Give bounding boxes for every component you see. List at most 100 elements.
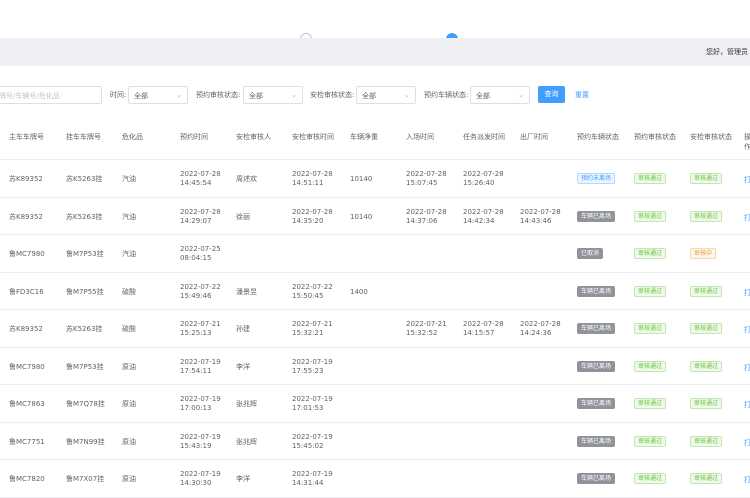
entry-time-date: 2022-07-21 [406, 320, 447, 328]
dispatch-time-time: 14:15:57 [463, 329, 495, 337]
table-row[interactable]: 苏K89352 苏K5263挂 汽油 2022-07-28 14:45:54 周述欢 202… [0, 160, 750, 198]
safety-reviewer: 李洋 [236, 475, 250, 483]
row-action-link[interactable]: 打 [744, 288, 750, 298]
dispatch-time-date: 2022-07-28 [463, 207, 504, 216]
time-select[interactable]: 全部 ⌄ [128, 86, 188, 104]
row-action-link[interactable]: 打 [744, 475, 750, 485]
pre-audit-badge: 审核通过 [634, 398, 667, 409]
safety-audit-select[interactable]: 全部 ⌄ [356, 86, 416, 104]
dispatch-time [463, 460, 518, 497]
exit-time: 2022-07-28 14:43:46 [520, 198, 575, 235]
vehicle-status-select[interactable]: 全部 ⌄ [470, 86, 530, 104]
appointment-time: 2022-07-22 15:49:46 [180, 273, 234, 310]
table-row[interactable]: 鲁FD3C16 鲁M7P55挂 硫酸 2022-07-22 15:49:46 潘景昱 202… [0, 273, 750, 310]
exit-time [520, 160, 575, 197]
chevron-down-icon: ⌄ [404, 91, 410, 99]
time-select-value: 全部 [134, 92, 148, 100]
column-header[interactable]: 车辆净重 [350, 122, 404, 160]
exit-time-time: 14:43:46 [520, 216, 552, 225]
safety-review-time: 2022-07-28 14:35:20 [292, 198, 348, 235]
column-header[interactable]: 预约审核状态 [634, 122, 688, 160]
chevron-down-icon: ⌄ [176, 91, 182, 99]
chemical: 汽油 [122, 175, 136, 183]
table-row[interactable]: 鲁MC7980 鲁M7P53挂 汽油 2022-07-25 08:04:15 已取消 审核通… [0, 235, 750, 273]
vehicle-status-select-value: 全部 [476, 92, 490, 100]
search-placeholder: 牌号/车辆号/危化品 [0, 92, 60, 100]
main-plate: 鲁MC7820 [9, 475, 45, 483]
chemical: 原油 [122, 437, 136, 446]
table-row[interactable]: 鲁MC7751 鲁M7N99挂 原油 2022-07-19 15:43:19 张兆辉 202… [0, 423, 750, 460]
trailer-plate: 鲁M7P53挂 [66, 250, 104, 258]
net-weight [350, 385, 404, 422]
vehicle-status-badge: 车辆已离场 [577, 435, 616, 447]
column-header[interactable]: 安检审核人 [236, 122, 290, 160]
query-button[interactable]: 查询 [538, 86, 565, 103]
exit-time [520, 460, 575, 497]
pre-audit-select[interactable]: 全部 ⌄ [243, 86, 303, 104]
safety-review-time-time: 14:31:44 [292, 479, 324, 487]
vehicle-status-badge: 车辆已离场 [577, 398, 616, 409]
safety-review-time: 2022-07-28 14:51:11 [292, 160, 348, 197]
entry-time-time: 14:37:06 [406, 216, 438, 225]
vehicle-status-badge: 车辆已离场 [577, 285, 616, 297]
chemical: 原油 [122, 400, 136, 408]
appointment-time-date: 2022-07-25 [180, 245, 221, 253]
column-header[interactable]: 任务派发时间 [463, 122, 518, 160]
appointment-time: 2022-07-25 08:04:15 [180, 235, 234, 272]
row-action-link[interactable]: 打 [744, 175, 750, 185]
exit-time-date: 2022-07-28 [520, 320, 561, 328]
safety-audit-badge: 审核通过 [690, 473, 723, 484]
appointment-time-time: 15:25:13 [180, 329, 212, 337]
net-weight: 1400 [350, 287, 368, 296]
reset-button[interactable]: 重置 [575, 90, 589, 100]
main-plate: 苏K89352 [9, 175, 43, 183]
top-bar [0, 0, 750, 38]
table-row[interactable]: 苏K89352 苏K5263挂 硫酸 2022-07-21 15:25:13 孙建 2022… [0, 310, 750, 348]
table-row[interactable]: 鲁MC7980 鲁M7P53挂 原油 2022-07-19 17:54:11 李洋 2022… [0, 348, 750, 385]
search-input[interactable]: 牌号/车辆号/危化品 [0, 86, 102, 104]
row-action-link[interactable]: 打 [744, 400, 750, 410]
user-bar: 您好，管理员 [0, 38, 750, 66]
column-header[interactable]: 主车车牌号 [9, 122, 64, 160]
column-header[interactable]: 安检审核时间 [292, 122, 348, 160]
row-action-link[interactable]: 打 [744, 325, 750, 335]
appointment-time-time: 15:43:19 [180, 441, 212, 450]
table-row[interactable]: 苏K89352 苏K5263挂 汽油 2022-07-28 14:29:07 徐丽 2022… [0, 198, 750, 235]
row-action-link[interactable]: 打 [744, 363, 750, 373]
safety-review-time-date: 2022-07-19 [292, 357, 333, 366]
appointment-time-time: 14:45:54 [180, 179, 212, 187]
pre-audit-badge: 审核通过 [634, 248, 667, 259]
column-header[interactable]: 出厂时间 [520, 122, 575, 160]
trailer-plate: 鲁M7X07挂 [66, 475, 105, 483]
column-header[interactable]: 预约时间 [180, 122, 234, 160]
appointment-time-time: 15:49:46 [180, 291, 212, 300]
table-row[interactable]: 鲁MC7820 鲁M7X07挂 原油 2022-07-19 14:30:30 李洋 2022… [0, 460, 750, 498]
row-action-link[interactable]: 打 [744, 213, 750, 223]
appointment-time: 2022-07-19 17:00:13 [180, 385, 234, 422]
chemical: 硫酸 [122, 287, 136, 296]
safety-reviewer: 潘景昱 [236, 287, 257, 296]
safety-review-time-date: 2022-07-19 [292, 395, 333, 403]
column-header[interactable]: 预约车辆状态 [577, 122, 632, 160]
dispatch-time: 2022-07-28 14:15:57 [463, 310, 518, 347]
exit-time [520, 423, 575, 460]
entry-time [406, 385, 461, 422]
pre-audit-select-value: 全部 [249, 92, 263, 100]
table-header: 主车车牌号 挂车车牌号 危化品 预约时间 安检审核人 安检审核时间 车辆净重 入场时间 任务派发… [0, 122, 750, 160]
net-weight [350, 423, 404, 460]
column-header[interactable]: 操作 [744, 122, 750, 160]
row-action-link[interactable]: 打 [744, 438, 750, 448]
table-row[interactable]: 鲁MC7863 鲁M7Q78挂 原油 2022-07-19 17:00:13 张兆辉 202… [0, 385, 750, 423]
safety-reviewer: 徐丽 [236, 212, 250, 221]
entry-time-date: 2022-07-28 [406, 207, 447, 216]
dispatch-time-time: 15:26:40 [463, 179, 495, 187]
column-header[interactable]: 入场时间 [406, 122, 461, 160]
safety-reviewer: 周述欢 [236, 175, 257, 183]
appointment-time-date: 2022-07-19 [180, 470, 221, 478]
user-greeting[interactable]: 您好，管理员 [706, 47, 748, 57]
column-header[interactable]: 危化品 [122, 122, 178, 160]
column-header[interactable]: 安检审核状态 [690, 122, 742, 160]
chevron-down-icon: ⌄ [291, 91, 297, 99]
column-header[interactable]: 挂车车牌号 [66, 122, 120, 160]
pre-audit-badge: 审核通过 [634, 323, 667, 334]
